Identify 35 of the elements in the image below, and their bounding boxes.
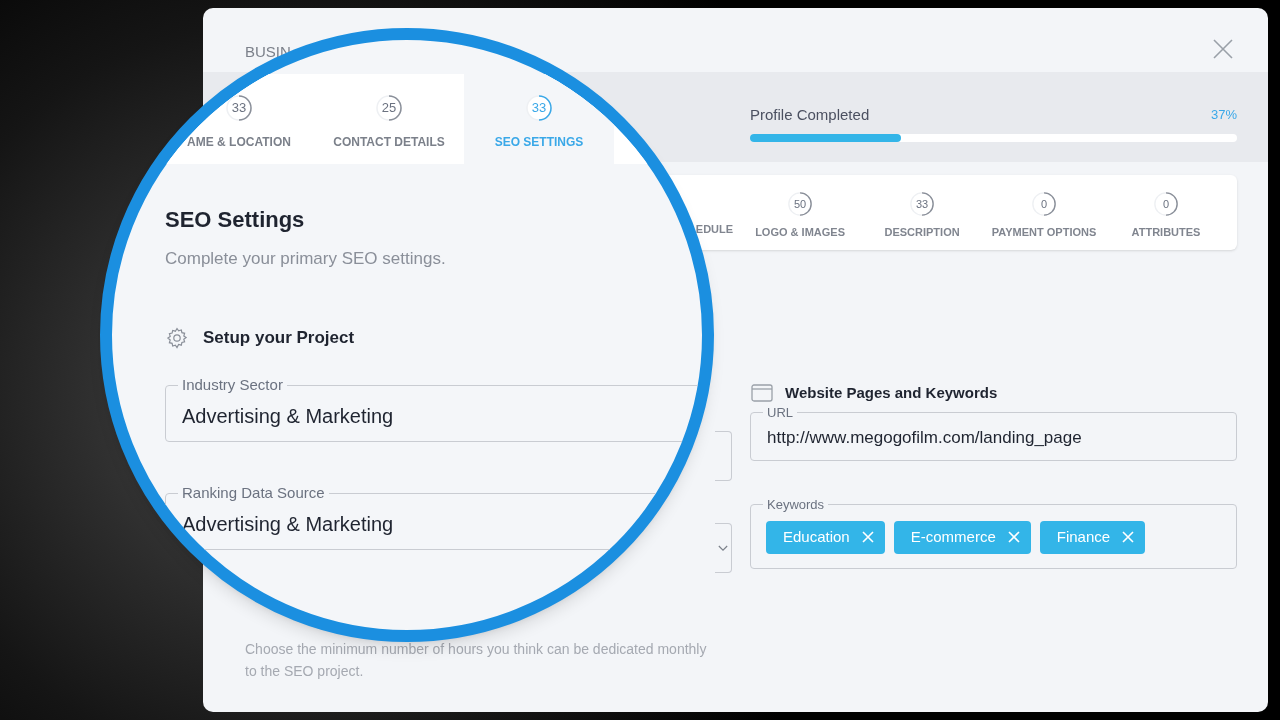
progress-ring-badge: 0 xyxy=(1153,191,1179,217)
hours-description: Choose the minimum number of hours you think can be dedicated monthly to the SEO project. xyxy=(245,640,708,681)
subsection-title: Setup your Project xyxy=(203,327,355,350)
browser-window-icon xyxy=(751,384,773,402)
progress-ring-badge: 33 xyxy=(525,94,553,122)
field-value[interactable]: Advertising & Marketing xyxy=(182,508,702,539)
progress-label: Profile Completed xyxy=(750,105,870,125)
sub-tab[interactable]: 0 ATTRIBUTES xyxy=(1105,175,1227,250)
progress-percent: 37% xyxy=(1210,106,1237,124)
select-field[interactable] xyxy=(715,523,732,573)
chip-label: Finance xyxy=(1056,526,1111,547)
close-icon[interactable] xyxy=(1212,38,1234,60)
progress-ring-badge: 0 xyxy=(1031,191,1058,217)
progress-ring-badge: 33 xyxy=(225,94,253,122)
sub-tab[interactable]: EDULE xyxy=(695,222,734,236)
progress-ring-badge: 50 xyxy=(787,191,814,217)
industry-field[interactable] xyxy=(715,431,732,481)
chevron-down-icon xyxy=(718,544,728,552)
sub-tab[interactable]: 33 DESCRIPTION xyxy=(861,175,984,250)
field-value[interactable]: http://www.megogofilm.com/landing_page xyxy=(767,424,1220,450)
field-value[interactable]: Advertising & Marketing xyxy=(182,400,702,431)
field-label: Ranking Data Source xyxy=(181,483,326,503)
tab[interactable]: 33 SEO SETTINGS xyxy=(464,74,614,164)
sub-tab[interactable]: 0 PAYMENT OPTIONS xyxy=(983,175,1106,250)
sub-tab[interactable]: 50 LOGO & IMAGES xyxy=(739,175,862,250)
settings-icon xyxy=(165,326,189,350)
section-heading: Website Pages and Keywords xyxy=(785,382,998,403)
chip-label: E-commerce xyxy=(910,526,996,547)
field-label: URL xyxy=(766,404,794,422)
field-label: Keywords xyxy=(766,496,826,514)
section-subtitle: Complete your primary SEO settings. xyxy=(165,248,447,270)
progress-ring-badge: 25 xyxy=(375,94,403,122)
progress-ring-badge: 33 xyxy=(909,191,936,217)
chip-label: Education xyxy=(783,526,850,547)
field-label: Industry Sector xyxy=(181,375,284,395)
